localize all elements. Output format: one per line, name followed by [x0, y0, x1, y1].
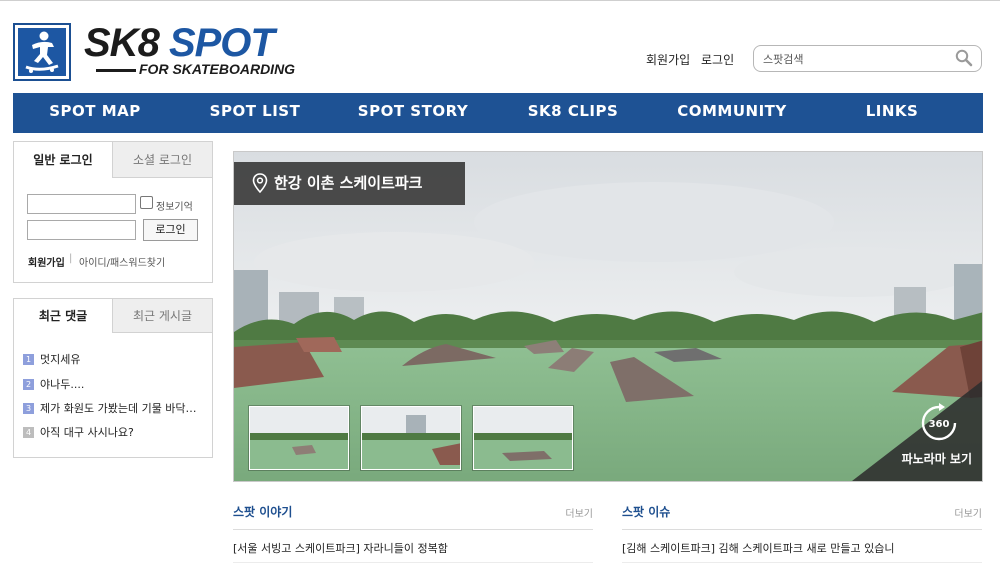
- signup-link-box[interactable]: 회원가입: [28, 254, 65, 269]
- panorama-thumbnail[interactable]: [473, 406, 573, 470]
- nav-community[interactable]: COMMUNITY: [670, 93, 794, 133]
- search-box: [753, 45, 982, 72]
- tagline-rule: [96, 68, 136, 72]
- spot-title: 한강 이촌 스케이트파크: [274, 174, 423, 192]
- signup-link[interactable]: 회원가입: [646, 51, 690, 68]
- panorama-360-text: 360: [929, 419, 950, 430]
- login-button[interactable]: 로그인: [143, 219, 198, 241]
- list-item[interactable]: 2 야나두....: [23, 376, 84, 392]
- list-item[interactable]: [김해 스케이트파크] 김해 스케이트파크 새로 만들고 있습니: [622, 540, 982, 556]
- divider: [622, 529, 982, 530]
- panorama-view-button[interactable]: 360 파노라마 보기: [852, 381, 982, 481]
- list-item-text: 제가 화원도 가봤는데 기물 바닥…: [40, 402, 197, 415]
- username-field[interactable]: [27, 194, 136, 214]
- thumbnail-image: [362, 407, 460, 469]
- remember-checkbox[interactable]: [140, 196, 153, 209]
- nav-spot-story[interactable]: SPOT STORY: [351, 93, 475, 133]
- logo-wordmark-sk8: SK8: [84, 21, 160, 65]
- login-box: 일반 로그인 소셜 로그인 정보기억 로그인 회원가입 | 아이디/패스워드찾기: [13, 141, 213, 283]
- list-item-text: 아직 대구 사시나요?: [40, 426, 134, 439]
- thumbnail-image: [474, 407, 572, 469]
- item-number-badge: 4: [23, 427, 34, 438]
- tab-general-login[interactable]: 일반 로그인: [14, 142, 112, 178]
- tab-recent-posts[interactable]: 최근 게시글: [112, 299, 212, 333]
- logo-mark[interactable]: [13, 23, 71, 81]
- spot-title-banner: 한강 이촌 스케이트파크: [234, 162, 465, 205]
- spot-issue-more-link[interactable]: 더보기: [954, 505, 982, 520]
- skater-icon: [25, 31, 59, 73]
- search-input[interactable]: [763, 51, 943, 67]
- panorama-360-icon: 360: [921, 403, 957, 441]
- logo-tagline: FOR SKATEBOARDING: [96, 61, 295, 77]
- spot-issue-section: 스팟 이슈 더보기 [김해 스케이트파크] 김해 스케이트파크 새로 만들고 있…: [622, 501, 982, 563]
- nav-spot-map[interactable]: SPOT MAP: [33, 93, 157, 133]
- list-item-text: 야나두....: [40, 378, 85, 391]
- spot-story-more-link[interactable]: 더보기: [565, 505, 593, 520]
- logo-wordmark[interactable]: SK8 SPOT: [84, 19, 275, 67]
- item-number-badge: 1: [23, 354, 34, 365]
- spot-issue-title[interactable]: 스팟 이슈: [622, 505, 670, 519]
- item-number-badge: 2: [23, 379, 34, 390]
- nav-spot-list[interactable]: SPOT LIST: [193, 93, 317, 133]
- list-item-text: 멋지세유: [40, 353, 81, 366]
- spot-story-section: 스팟 이야기 더보기 [서울 서빙고 스케이트파크] 자라니들이 정복함: [233, 501, 593, 563]
- tagline-text: FOR SKATEBOARDING: [139, 61, 296, 77]
- link-divider: |: [69, 253, 73, 264]
- nav-links[interactable]: LINKS: [830, 93, 954, 133]
- list-item[interactable]: 4 아직 대구 사시나요?: [23, 424, 134, 440]
- panorama-view-label: 파노라마 보기: [901, 452, 972, 466]
- search-icon[interactable]: [955, 49, 973, 67]
- login-link[interactable]: 로그인: [701, 51, 734, 68]
- spot-story-title[interactable]: 스팟 이야기: [233, 505, 292, 519]
- nav-sk8-clips[interactable]: SK8 CLIPS: [511, 93, 635, 133]
- list-item[interactable]: 1 멋지세유: [23, 351, 80, 367]
- panorama-thumbnail[interactable]: [249, 406, 349, 470]
- divider: [233, 529, 593, 530]
- location-pin-icon: [252, 173, 268, 193]
- password-field[interactable]: [27, 220, 136, 240]
- tab-recent-comments[interactable]: 최근 댓글: [14, 299, 112, 333]
- main-nav: SPOT MAP SPOT LIST SPOT STORY SK8 CLIPS …: [13, 93, 983, 133]
- panorama-hero[interactable]: 한강 이촌 스케이트파크 360 파노라마 보기: [233, 151, 983, 482]
- list-item[interactable]: [서울 서빙고 스케이트파크] 자라니들이 정복함: [233, 540, 593, 556]
- remember-label: 정보기억: [156, 202, 193, 213]
- item-number-badge: 3: [23, 403, 34, 414]
- tab-social-login[interactable]: 소셜 로그인: [112, 142, 212, 178]
- find-account-link[interactable]: 아이디/패스워드찾기: [79, 254, 165, 269]
- panorama-thumbnail[interactable]: [361, 406, 461, 470]
- list-item[interactable]: 3 제가 화원도 가봤는데 기물 바닥…: [23, 400, 197, 416]
- thumbnail-image: [250, 407, 348, 469]
- logo-wordmark-spot: SPOT: [168, 21, 275, 65]
- recent-box: 최근 댓글 최근 게시글 1 멋지세유 2 야나두.... 3 제가 화원도 가봤는데…: [13, 298, 213, 458]
